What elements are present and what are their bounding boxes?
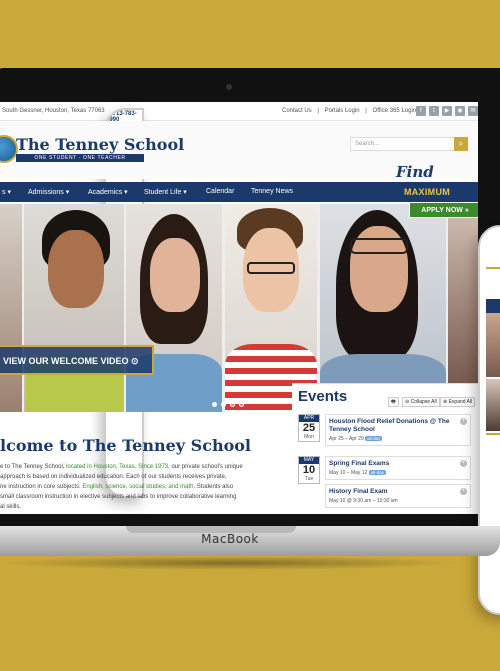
nav-item-academics[interactable]: Academics ▾ (88, 188, 128, 196)
address-text: South Gessner, Houston, Texas 77063 (2, 108, 105, 114)
event-item[interactable]: Spring Final Exams May 10 – May 12 all-d… (325, 456, 471, 480)
maximum-potential-banner: MAXIMUM POTENTIAL (376, 182, 478, 217)
subjects-link[interactable]: English, science, social studies, and ma… (82, 484, 193, 490)
phone-photo (486, 379, 500, 431)
event-item[interactable]: Houston Flood Relief Donations @ The Ten… (325, 414, 471, 446)
social-icons: f t ▶ ◉ ✉ (416, 106, 478, 116)
top-links: Contact Us | Portals Login | Office 365 … (282, 108, 423, 114)
logo-tagline: ONE STUDENT · ONE TEACHER (16, 154, 144, 162)
slider-dot[interactable] (230, 402, 235, 407)
expand-event-icon[interactable]: + (460, 460, 467, 467)
slider-dot[interactable] (212, 402, 217, 407)
student-photo-1 (0, 204, 22, 412)
facebook-icon[interactable]: f (416, 106, 426, 116)
slider-dot[interactable] (239, 402, 244, 407)
welcome-heading: lcome to The Tenney School (0, 436, 252, 455)
event-date: APR 25 Mon (298, 414, 320, 442)
email-icon[interactable]: ✉ (468, 106, 478, 116)
expand-all-button[interactable]: ⊕ Expand All (440, 397, 476, 407)
top-bar: South Gessner, Houston, Texas 77063 ✆ 71… (0, 102, 478, 498)
student-photo-4 (225, 204, 317, 412)
search-input[interactable]: Search... (350, 137, 468, 151)
portals-login-link[interactable]: Portals Login (325, 108, 360, 114)
macbook-label: MacBook (201, 532, 259, 546)
logo-title[interactable]: The Tenney School (16, 135, 184, 154)
event-date: MAY 10 Tue (298, 456, 320, 484)
apply-now-button[interactable]: APPLY NOW » (409, 202, 478, 218)
nav-item-tenney-news[interactable]: Tenney News (251, 188, 293, 195)
nav-item-about[interactable]: s ▾ (2, 188, 11, 196)
student-photo-3 (126, 204, 222, 412)
event-title[interactable]: Spring Final Exams (329, 460, 467, 468)
phone-photo (486, 313, 500, 377)
welcome-video-button[interactable]: VIEW OUR WELCOME VIDEO ⊙ (0, 345, 154, 375)
all-day-badge: all-day (365, 436, 383, 441)
search-button[interactable]: ⌕ (454, 137, 468, 151)
smartphone-mockup: W (478, 225, 500, 615)
slider-dot[interactable] (221, 402, 226, 407)
events-widget: Events 🖶 ⊖ Collapse All ⊕ Expand All APR… (292, 383, 478, 514)
event-title[interactable]: Houston Flood Relief Donations @ The Ten… (329, 418, 467, 434)
expand-event-icon[interactable]: + (460, 488, 467, 495)
student-photo-2 (24, 204, 124, 412)
student-photo-6 (448, 204, 478, 412)
location-link[interactable]: located in Houston, Texas. Since 1973 (66, 464, 168, 470)
hero-slider[interactable] (0, 204, 478, 412)
event-item[interactable]: History Final Exam May 10 @ 9:30 am – 10… (325, 484, 471, 508)
nav-item-admissions[interactable]: Admissions ▾ (28, 188, 69, 196)
nav-item-student-life[interactable]: Student Life ▾ (144, 188, 187, 196)
site-header: The Tenney School ONE STUDENT · ONE TEAC… (0, 121, 478, 199)
student-photo-5 (320, 204, 446, 412)
laptop-shadow (0, 556, 460, 570)
camera-icon (226, 84, 232, 90)
instagram-icon[interactable]: ◉ (455, 106, 465, 116)
all-day-badge: all-day (368, 470, 387, 475)
youtube-icon[interactable]: ▶ (442, 106, 452, 116)
collapse-all-button[interactable]: ⊖ Collapse All (402, 397, 440, 407)
contact-us-link[interactable]: Contact Us (282, 108, 312, 114)
event-title[interactable]: History Final Exam (329, 488, 467, 496)
office365-login-link[interactable]: Office 365 Login (373, 108, 417, 114)
nav-item-calendar[interactable]: Calendar (206, 188, 234, 195)
twitter-icon[interactable]: t (429, 106, 439, 116)
print-button[interactable]: 🖶 (388, 397, 399, 407)
expand-event-icon[interactable]: + (460, 418, 467, 425)
welcome-paragraph: e to The Tenney School, located in Houst… (0, 464, 243, 510)
events-title: Events (298, 388, 348, 405)
slider-dots (212, 402, 244, 407)
